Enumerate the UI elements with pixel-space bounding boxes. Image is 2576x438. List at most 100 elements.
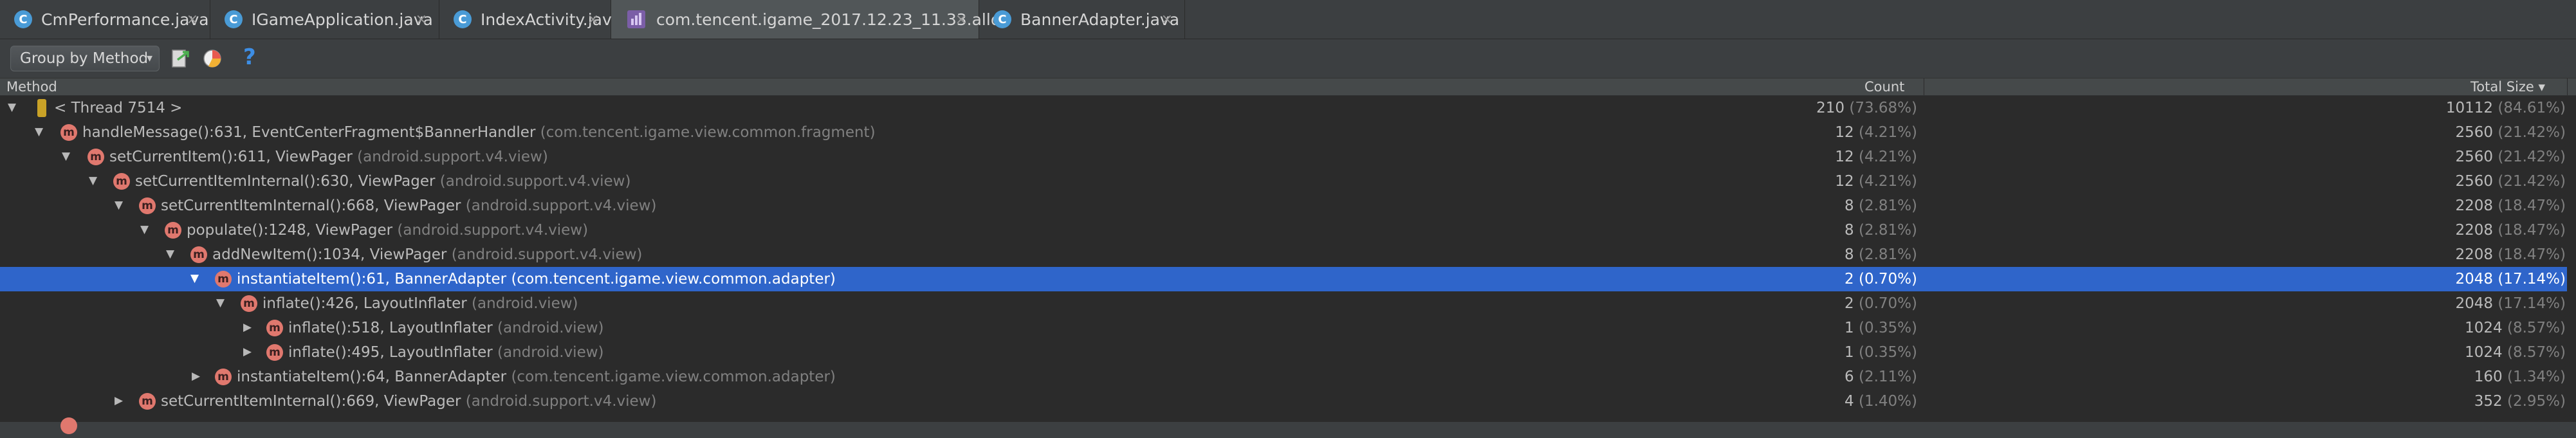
table-row[interactable]: ▼ m populate():1248, ViewPager (android.… — [0, 218, 2576, 242]
export-icon[interactable] — [169, 47, 192, 70]
expand-toggle-icon[interactable]: ▼ — [115, 199, 123, 212]
expand-toggle-icon[interactable]: ▼ — [216, 297, 225, 309]
count-cell: 12 (4.21%) — [1835, 173, 1917, 190]
column-divider[interactable] — [2567, 78, 2568, 95]
tab-label: IndexActivity.java — [481, 10, 622, 29]
expand-toggle-icon[interactable]: ▼ — [140, 223, 149, 236]
close-icon[interactable]: × — [187, 12, 198, 28]
method-label: setCurrentItemInternal():669, ViewPager … — [161, 393, 657, 410]
table-row[interactable]: ▼ m setCurrentItemInternal():630, ViewPa… — [0, 169, 2576, 194]
count-cell: 8 (2.81%) — [1845, 222, 1917, 239]
expand-toggle-icon[interactable]: ▼ — [166, 248, 174, 260]
total-size-cell: 2048 (17.14%) — [2455, 271, 2566, 287]
table-row[interactable]: ▼ m setCurrentItemInternal():668, ViewPa… — [0, 194, 2576, 218]
group-by-value: Group by Method — [20, 50, 149, 67]
method-icon: m — [60, 124, 77, 141]
method-label: addNewItem():1034, ViewPager (android.su… — [212, 246, 643, 263]
column-header-method[interactable]: Method — [6, 79, 57, 95]
count-cell: 1 (0.35%) — [1845, 320, 1917, 336]
method-label: inflate():518, LayoutInflater (android.v… — [288, 320, 604, 336]
alloc-file-icon — [625, 8, 647, 30]
expand-toggle-icon[interactable]: ▶ — [115, 394, 123, 407]
tab-banneradapter[interactable]: C BannerAdapter.java × — [979, 0, 1185, 39]
method-icon: m — [266, 320, 283, 336]
java-class-icon: C — [993, 10, 1011, 28]
total-size-cell: 2560 (21.42%) — [2455, 173, 2566, 190]
table-row[interactable]: ▶ m inflate():495, LayoutInflater (andro… — [0, 340, 2576, 365]
total-size-cell: 10112 (84.61%) — [2445, 100, 2566, 116]
table-header: Method Count Total Size ▾ — [0, 78, 2576, 96]
table-row[interactable]: ▶ m inflate():518, LayoutInflater (andro… — [0, 316, 2576, 340]
table-row[interactable]: ▼ m setCurrentItem():611, ViewPager (and… — [0, 145, 2576, 169]
total-size-cell: 2208 (18.47%) — [2455, 222, 2566, 239]
count-cell: 4 (1.40%) — [1845, 393, 1917, 410]
total-size-cell: 2208 (18.47%) — [2455, 197, 2566, 214]
total-size-cell: 2560 (21.42%) — [2455, 149, 2566, 165]
expand-toggle-icon[interactable]: ▼ — [190, 272, 199, 285]
close-icon[interactable]: × — [1161, 12, 1173, 28]
expand-toggle-icon[interactable]: ▼ — [35, 125, 43, 138]
method-icon: m — [139, 197, 156, 214]
method-icon: m — [215, 369, 232, 385]
vertical-scrollbar[interactable] — [2567, 96, 2576, 422]
total-size-cell: 1024 (8.57%) — [2465, 344, 2566, 361]
table-row-selected[interactable]: ▼ m instantiateItem():61, BannerAdapter … — [0, 267, 2576, 291]
close-icon[interactable]: × — [587, 12, 599, 28]
tab-label: IGameApplication.java — [252, 10, 433, 29]
close-icon[interactable]: × — [955, 12, 967, 28]
method-icon: m — [266, 344, 283, 361]
method-icon: m — [87, 149, 104, 165]
table-row[interactable]: ▼ m addNewItem():1034, ViewPager (androi… — [0, 242, 2576, 267]
expand-toggle-icon[interactable]: ▶ — [243, 321, 252, 334]
close-icon[interactable]: × — [416, 12, 427, 28]
count-cell: 2 (0.70%) — [1845, 295, 1917, 312]
total-size-cell: 2208 (18.47%) — [2455, 246, 2566, 263]
method-label: inflate():426, LayoutInflater (android.v… — [262, 295, 578, 312]
count-cell: 12 (4.21%) — [1835, 124, 1917, 141]
expand-toggle-icon[interactable]: ▼ — [62, 150, 70, 163]
help-icon[interactable]: ? — [243, 44, 256, 70]
tab-label: BannerAdapter.java — [1020, 10, 1180, 29]
method-icon — [60, 417, 77, 434]
count-cell: 2 (0.70%) — [1845, 271, 1917, 287]
table-row[interactable]: ▼ m inflate():426, LayoutInflater (andro… — [0, 291, 2576, 316]
method-icon: m — [215, 271, 232, 287]
method-icon: m — [241, 295, 257, 312]
table-row-partial[interactable] — [0, 414, 2576, 438]
method-label: setCurrentItem():611, ViewPager (android… — [109, 149, 548, 165]
tab-igameapplication[interactable]: C IGameApplication.java × — [210, 0, 439, 39]
method-label: instantiateItem():64, BannerAdapter (com… — [237, 369, 836, 385]
tab-cmperformance[interactable]: C CmPerformance.java × — [0, 0, 210, 39]
method-label: setCurrentItemInternal():630, ViewPager … — [135, 173, 631, 190]
expand-toggle-icon[interactable]: ▼ — [8, 101, 16, 114]
method-label: < Thread 7514 > — [54, 100, 183, 116]
group-by-dropdown[interactable]: Group by Method ▾ — [10, 46, 160, 71]
method-icon: m — [113, 173, 130, 190]
method-label: handleMessage():631, EventCenterFragment… — [82, 124, 876, 141]
table-row[interactable]: ▼ m handleMessage():631, EventCenterFrag… — [0, 120, 2576, 145]
count-cell: 1 (0.35%) — [1845, 344, 1917, 361]
tab-indexactivity[interactable]: C IndexActivity.java × — [439, 0, 621, 39]
column-header-count[interactable]: Count — [1864, 79, 1904, 95]
table-row[interactable]: ▶ m setCurrentItemInternal():669, ViewPa… — [0, 389, 2576, 414]
chart-icon[interactable] — [201, 47, 224, 70]
count-cell: 12 (4.21%) — [1835, 149, 1917, 165]
count-cell: 8 (2.81%) — [1845, 197, 1917, 214]
tab-alloc-file[interactable]: com.tencent.igame_2017.12.23_11.33.alloc… — [611, 0, 1009, 39]
expand-toggle-icon[interactable]: ▶ — [192, 370, 200, 383]
editor-tab-bar: C CmPerformance.java × C IGameApplicatio… — [0, 0, 2576, 39]
table-row[interactable]: ▶ m instantiateItem():64, BannerAdapter … — [0, 365, 2576, 389]
column-header-total-size[interactable]: Total Size ▾ — [2470, 79, 2545, 95]
method-icon: m — [139, 393, 156, 410]
method-icon: m — [165, 222, 181, 239]
expand-toggle-icon[interactable]: ▼ — [89, 174, 97, 187]
total-size-cell: 2048 (17.14%) — [2455, 295, 2566, 312]
java-class-icon: C — [225, 10, 243, 28]
total-size-cell: 1024 (8.57%) — [2465, 320, 2566, 336]
method-icon: m — [190, 246, 207, 263]
expand-toggle-icon[interactable]: ▶ — [243, 345, 252, 358]
method-label: instantiateItem():61, BannerAdapter (com… — [237, 271, 836, 287]
allocation-tree: ▼ < Thread 7514 > 210 (73.68%) 10112 (84… — [0, 96, 2576, 434]
method-label: setCurrentItemInternal():668, ViewPager … — [161, 197, 657, 214]
table-row[interactable]: ▼ < Thread 7514 > 210 (73.68%) 10112 (84… — [0, 96, 2576, 120]
